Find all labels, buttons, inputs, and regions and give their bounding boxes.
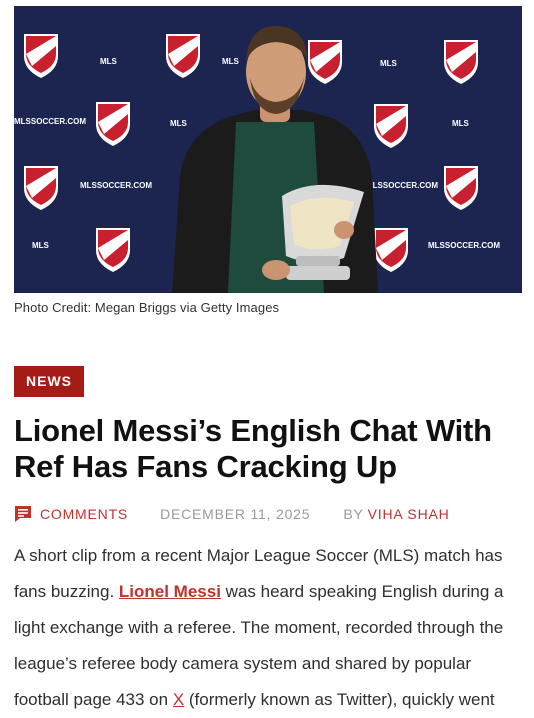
backdrop-mlssoccer-text: MLSSOCCER.COM: [80, 181, 152, 190]
body-text-3: (formerly known as Twitter), quickly wen…: [184, 690, 495, 709]
backdrop-mls-text: MLS: [32, 241, 50, 250]
publish-date: DECEMBER 11, 2025: [160, 506, 311, 522]
comment-icon: [15, 506, 31, 522]
backdrop-mlssoccer-text: MLSSOCCER.COM: [428, 241, 500, 250]
category-badge[interactable]: NEWS: [14, 366, 84, 397]
backdrop-mlssoccer-text: MLSSOCCER.COM: [14, 117, 86, 126]
messi-link[interactable]: Lionel Messi: [119, 582, 221, 601]
article-body: A short clip from a recent Major League …: [14, 538, 522, 718]
author-link[interactable]: VIHA SHAH: [368, 506, 450, 522]
backdrop-mls-text: MLS: [222, 57, 240, 66]
backdrop-mls-text: MLS: [100, 57, 118, 66]
photo-credit: Photo Credit: Megan Briggs via Getty Ima…: [14, 300, 280, 315]
hero-photo: MLS MLS MLS MLSSOCCER.COM MLS MLS MLSSOC…: [14, 6, 522, 293]
x-link[interactable]: X: [173, 690, 184, 709]
hero-illustration: MLS MLS MLS MLSSOCCER.COM MLS MLS MLSSOC…: [14, 6, 522, 293]
backdrop-mls-text: MLS: [380, 59, 398, 68]
article-title: Lionel Messi’s English Chat With Ref Has…: [14, 413, 492, 484]
article-meta: COMMENTS DECEMBER 11, 2025 BY VIHA SHAH: [14, 503, 450, 525]
comments-link[interactable]: COMMENTS: [14, 505, 128, 523]
comments-label[interactable]: COMMENTS: [40, 506, 128, 522]
backdrop-mlssoccer-text: MLSSOCCER.COM: [366, 181, 438, 190]
backdrop-mls-text: MLS: [170, 119, 188, 128]
byline-label: BY: [343, 506, 364, 522]
backdrop-mls-text: MLS: [452, 119, 470, 128]
